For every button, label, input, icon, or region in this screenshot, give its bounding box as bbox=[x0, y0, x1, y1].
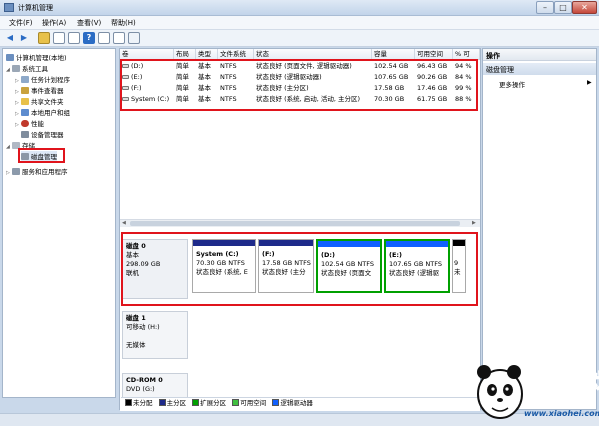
disk1-label[interactable]: 磁盘 1 可移动 (H:) 无媒体 bbox=[122, 311, 188, 359]
services-icon bbox=[12, 168, 20, 175]
help-icon[interactable]: ? bbox=[83, 32, 95, 44]
toolbar: ◀ ▶ ? bbox=[0, 30, 599, 47]
tree-root[interactable]: 计算机管理(本地) bbox=[6, 52, 67, 62]
forward-icon[interactable]: ▶ bbox=[18, 32, 30, 44]
tree-system-tools[interactable]: ◢ 系统工具 bbox=[6, 63, 48, 73]
submenu-arrow-icon[interactable]: ▶ bbox=[587, 79, 592, 86]
tree-performance[interactable]: ▷ 性能 bbox=[15, 118, 44, 128]
menu-view[interactable]: 查看(V) bbox=[77, 18, 101, 28]
disk-graphical-view: 磁盘 0 基本 298.09 GB 联机 System (C:) 70.30 GB… bbox=[120, 229, 480, 411]
watermark-url: www.xiaohei.com bbox=[524, 409, 599, 418]
disk1-status: 无媒体 bbox=[126, 341, 146, 349]
show-hide-tree-icon[interactable] bbox=[53, 32, 65, 44]
computer-icon bbox=[6, 54, 14, 61]
disk-view-icon[interactable] bbox=[113, 32, 125, 44]
performance-icon bbox=[21, 120, 29, 127]
device-icon bbox=[21, 131, 29, 138]
tools-icon bbox=[12, 65, 20, 72]
scroll-left-icon[interactable]: ◀ bbox=[122, 220, 126, 226]
legend-logical-swatch bbox=[272, 399, 280, 406]
menu-file[interactable]: 文件(F) bbox=[9, 18, 33, 28]
maximize-button[interactable]: □ bbox=[554, 1, 572, 14]
disk1-type: 可移动 (H:) bbox=[126, 323, 160, 331]
watermark-brand: 小黑游戏 bbox=[528, 369, 599, 393]
back-icon[interactable]: ◀ bbox=[4, 32, 16, 44]
settings-icon[interactable] bbox=[128, 32, 140, 44]
computer-management-icon bbox=[4, 3, 14, 12]
more-actions-link[interactable]: 更多操作 bbox=[499, 79, 525, 89]
menu-action[interactable]: 操作(A) bbox=[42, 18, 66, 28]
tree-task-scheduler[interactable]: ▷ 任务计划程序 bbox=[15, 74, 70, 84]
users-icon bbox=[21, 109, 29, 116]
navigation-tree: 计算机管理(本地) ◢ 系统工具 ▷ 任务计划程序 ▷ 事件查看器 ▷ 共享文件夹 ▷ 本… bbox=[2, 48, 116, 398]
event-icon bbox=[21, 87, 29, 94]
properties-icon[interactable] bbox=[68, 32, 80, 44]
actions-header: 操作 bbox=[483, 49, 596, 61]
legend-primary-swatch bbox=[158, 399, 166, 406]
disk-management-highlight bbox=[18, 148, 65, 163]
volume-table-highlight bbox=[120, 59, 478, 111]
legend-extended-swatch bbox=[192, 399, 200, 406]
watermark-logo: 小黑游戏 www.xiaohei.com bbox=[477, 365, 599, 419]
scroll-thumb[interactable] bbox=[130, 221, 460, 226]
menu-help[interactable]: 帮助(H) bbox=[111, 18, 136, 28]
cdrom0-name: CD-ROM 0 bbox=[126, 376, 163, 384]
disk1-name: 磁盘 1 bbox=[126, 314, 146, 322]
clock-icon bbox=[21, 76, 29, 83]
tree-event-viewer[interactable]: ▷ 事件查看器 bbox=[15, 85, 64, 95]
legend-unallocated-swatch bbox=[125, 399, 132, 406]
tree-local-users[interactable]: ▷ 本地用户和组 bbox=[15, 107, 70, 117]
horizontal-scrollbar[interactable]: ◀ ▶ bbox=[120, 219, 480, 227]
main-pane: 卷 布局 类型 文件系统 状态 容量 可用空间 % 可 (D:) 简单 基本 NTFS… bbox=[119, 48, 481, 411]
scroll-right-icon[interactable]: ▶ bbox=[472, 220, 476, 226]
legend-free-swatch bbox=[232, 399, 240, 406]
list-view-icon[interactable] bbox=[98, 32, 110, 44]
tree-services[interactable]: ▷ 服务和应用程序 bbox=[6, 166, 68, 176]
disk0-highlight bbox=[121, 232, 478, 306]
folder-icon bbox=[21, 98, 29, 105]
close-button[interactable]: ✕ bbox=[572, 1, 597, 14]
actions-section-disk-management[interactable]: 磁盘管理 bbox=[483, 63, 596, 75]
up-folder-icon[interactable] bbox=[38, 32, 50, 44]
cdrom0-type: DVD (G:) bbox=[126, 385, 155, 393]
partition-legend: 未分配 主分区 扩展分区 可用空间 逻辑驱动器 bbox=[121, 397, 479, 409]
menu-bar: 文件(F) 操作(A) 查看(V) 帮助(H) bbox=[0, 16, 599, 30]
volume-table: 卷 布局 类型 文件系统 状态 容量 可用空间 % 可 (D:) 简单 基本 NTFS… bbox=[120, 49, 480, 215]
minimize-button[interactable]: – bbox=[536, 1, 554, 14]
window-title: 计算机管理 bbox=[18, 4, 53, 12]
tree-shared-folders[interactable]: ▷ 共享文件夹 bbox=[15, 96, 64, 106]
title-bar: 计算机管理 – □ ✕ bbox=[0, 0, 599, 16]
tree-device-manager[interactable]: 设备管理器 bbox=[21, 129, 64, 139]
